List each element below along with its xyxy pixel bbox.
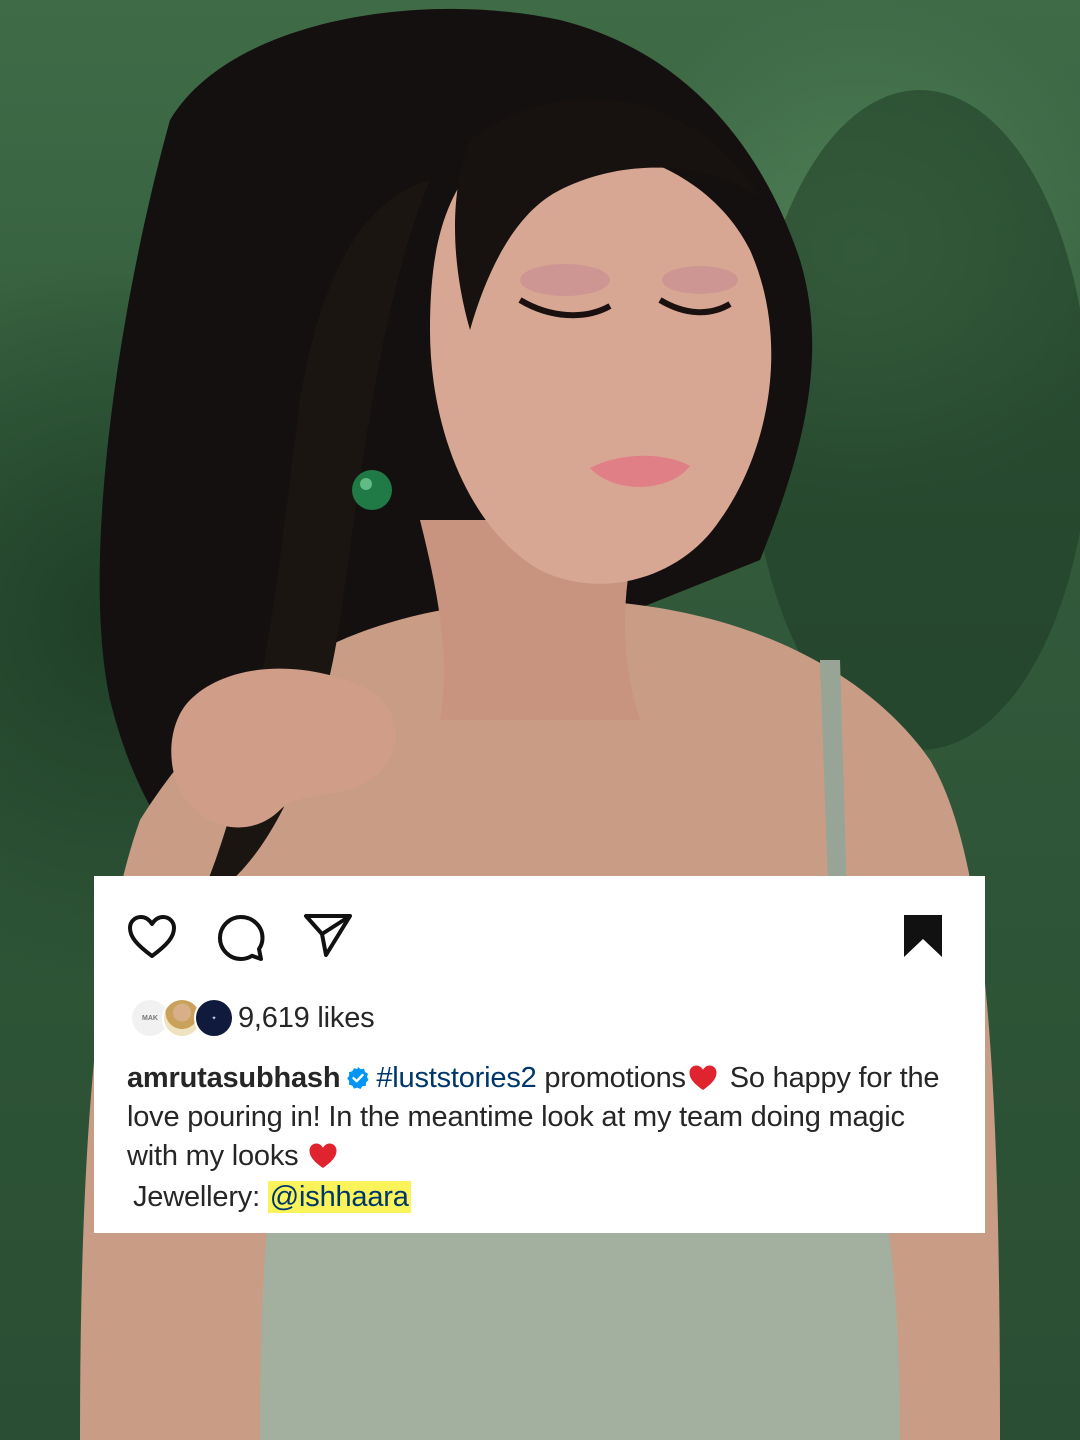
red-heart-emoji [309, 1143, 337, 1168]
verified-badge-icon [347, 1067, 369, 1089]
likes-row[interactable]: MAK ✦ 9,619 likes [130, 996, 375, 1040]
avatar: ✦ [194, 998, 234, 1038]
jewellery-label: Jewellery: [133, 1181, 268, 1213]
bookmark-filled-icon[interactable] [902, 913, 944, 959]
paper-plane-icon[interactable] [303, 912, 353, 958]
post-caption: amrutasubhash #luststories2 promotions S… [127, 1059, 947, 1176]
comment-bubble-icon[interactable] [217, 914, 265, 962]
likes-count[interactable]: 9,619 likes [238, 1002, 375, 1035]
red-heart-emoji [689, 1065, 717, 1090]
caption-text: promotions [536, 1062, 686, 1094]
username-link[interactable]: amrutasubhash [127, 1062, 341, 1094]
liker-avatars: MAK ✦ [130, 996, 236, 1040]
heart-outline-icon[interactable] [127, 914, 177, 960]
hashtag-link[interactable]: #luststories2 [376, 1062, 536, 1094]
mention-link[interactable]: @ishhaara [267, 1181, 411, 1213]
jewellery-credit: Jewellery: @ishhaara [133, 1181, 411, 1214]
